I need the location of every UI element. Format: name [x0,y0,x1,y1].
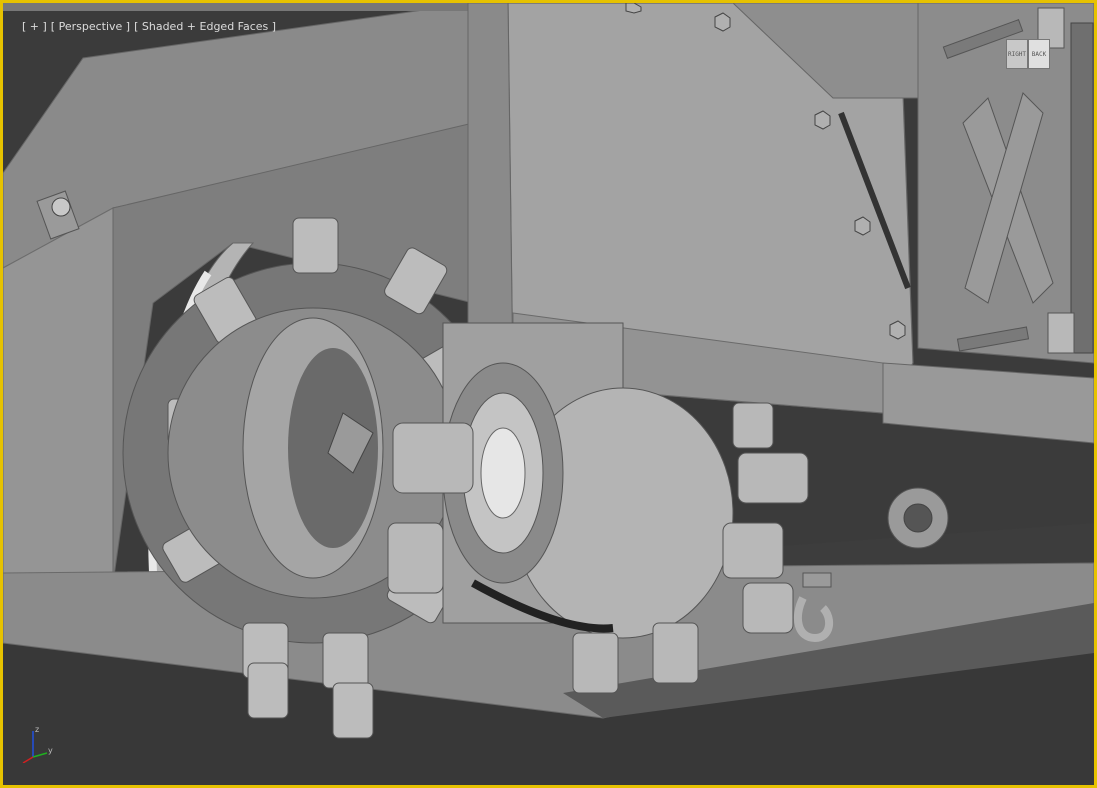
hinge-bottom [1047,312,1075,354]
axis-tripod: z y [22,725,53,763]
viewcube-face-right[interactable]: RIGHT [1006,39,1028,69]
viewport-menu-plus[interactable]: [ + ] [22,20,47,33]
scene-render[interactable] [3,3,1094,785]
viewport-label[interactable]: [ + ] [ Perspective ] [ Shaded + Edged Fac… [8,7,280,46]
axis-z-label: z [35,725,39,734]
side-plate-base [882,362,1094,444]
viewcube[interactable]: RIGHT BACK [1006,39,1050,69]
viewcube-face-back[interactable]: BACK [1028,39,1050,69]
perspective-viewport[interactable]: [ + ] [ Perspective ] [ Shaded + Edged Fac… [0,0,1097,788]
side-plate-ribs [1070,22,1094,354]
hull-side-wall [3,207,114,584]
viewport-view-type[interactable]: [ Perspective ] [51,20,130,33]
tow-eye [887,487,949,549]
axis-y-label: y [48,746,53,755]
viewport-shading-mode[interactable]: [ Shaded + Edged Faces ] [134,20,276,33]
